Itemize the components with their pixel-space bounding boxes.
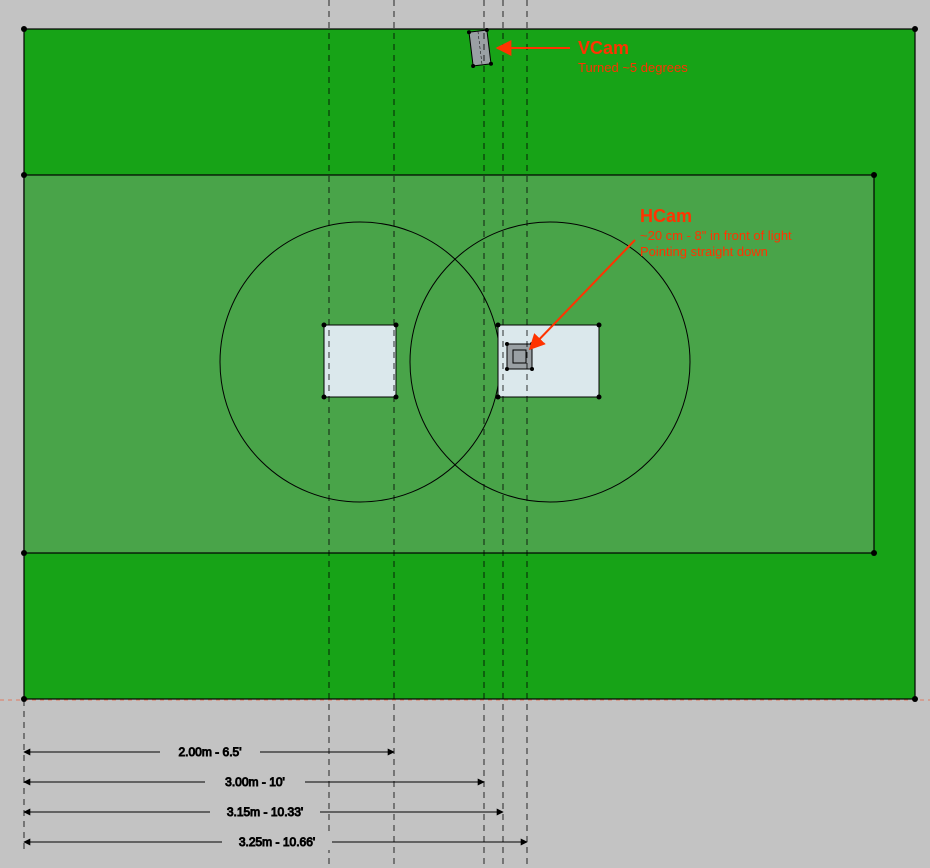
dim-row-4: 3.25m - 10.66' [24,832,527,850]
dimension-group: 2.00m - 6.5' 3.00m - 10' 3.15m - 10.33' … [24,700,527,850]
hcam-title: HCam [640,206,692,226]
light-box-left [324,325,396,397]
diagram-canvas: VCam Turned ~5 degrees HCam ~20 cm - 8" … [0,0,930,868]
dim-row-1: 2.00m - 6.5' [24,742,394,760]
hcam-sub2: Pointing straight down [640,244,768,259]
dim-row-3: 3.15m - 10.33' [24,802,503,820]
dim-label-4: 3.25m - 10.66' [239,835,315,849]
dim-label-2: 3.00m - 10' [225,775,285,789]
hcam-sub1: ~20 cm - 8" in front of light [640,228,792,243]
dim-row-2: 3.00m - 10' [24,772,484,790]
hcam-marker [505,342,534,371]
vcam-sub: Turned ~5 degrees [578,60,688,75]
dim-label-1: 2.00m - 6.5' [179,745,242,759]
vcam-title: VCam [578,38,629,58]
dim-label-3: 3.15m - 10.33' [227,805,303,819]
